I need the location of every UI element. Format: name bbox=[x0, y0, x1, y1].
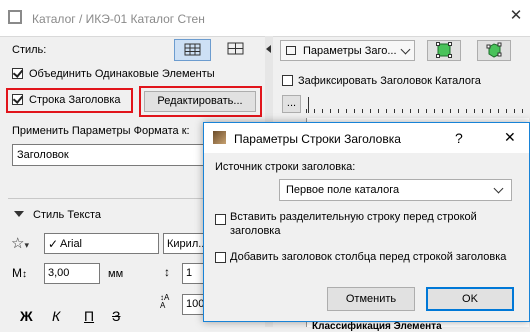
dialog-help-button[interactable]: ? bbox=[455, 130, 463, 146]
header-params-icon bbox=[286, 46, 296, 55]
add-column-header-label: Добавить заголовок столбца перед строкой… bbox=[230, 251, 507, 263]
ok-button[interactable]: OK bbox=[426, 287, 514, 311]
width-factor-icon: ↕A A bbox=[160, 293, 170, 310]
close-window-icon[interactable]: ✕ bbox=[506, 6, 526, 26]
ellipsis-button[interactable]: ... bbox=[282, 95, 301, 113]
select-3d-element-button[interactable] bbox=[477, 40, 511, 61]
collapse-left-arrow-icon[interactable] bbox=[266, 45, 271, 53]
add-column-header-checkbox[interactable] bbox=[215, 252, 226, 266]
encoding-value: Кирил... bbox=[167, 238, 208, 250]
bold-button[interactable]: Ж bbox=[20, 308, 33, 324]
font-select[interactable]: ✓ Arial bbox=[44, 233, 159, 254]
window-title: Каталог / ИКЭ-01 Каталог Стен bbox=[32, 12, 205, 26]
line-spacing-icon: ↕ bbox=[164, 265, 170, 279]
chevron-down-icon bbox=[493, 183, 504, 194]
ruler-icon-glyph bbox=[10, 12, 20, 22]
lock-header-label: Зафиксировать Заголовок Каталога bbox=[298, 75, 481, 87]
text-size-input[interactable]: 3,00 bbox=[44, 263, 100, 284]
source-label: Источник строки заголовка: bbox=[215, 161, 356, 173]
strikethrough-button[interactable]: З bbox=[112, 308, 120, 324]
source-select[interactable]: Первое поле каталога bbox=[279, 179, 512, 201]
text-size-unit: мм bbox=[108, 268, 124, 280]
text-size-icon: M↕ bbox=[12, 266, 27, 280]
apply-format-label: Применить Параметры Формата к: bbox=[12, 125, 190, 137]
table-style-1-button[interactable] bbox=[174, 39, 211, 61]
text-style-section-label: Стиль Текста bbox=[33, 209, 102, 221]
dialog-app-icon bbox=[213, 131, 226, 144]
select-element-button[interactable] bbox=[427, 40, 461, 61]
source-value: Первое поле каталога bbox=[286, 184, 400, 196]
insert-separator-label-2: заголовка bbox=[230, 225, 281, 237]
section-collapse-icon[interactable] bbox=[14, 211, 24, 217]
style-label: Стиль: bbox=[12, 44, 47, 56]
header-params-label: Параметры Заго... bbox=[303, 45, 397, 57]
merge-identical-checkbox[interactable] bbox=[12, 68, 23, 82]
merge-identical-label: Объединить Одинаковые Элементы bbox=[29, 68, 215, 80]
edit-button[interactable]: Редактировать... bbox=[144, 91, 256, 112]
underline-button[interactable]: П bbox=[84, 308, 94, 324]
font-name: Arial bbox=[60, 238, 83, 250]
italic-button[interactable]: К bbox=[52, 308, 60, 324]
header-row-dialog: Параметры Строки Заголовка ? ✕ Источник … bbox=[203, 122, 530, 322]
insert-separator-label-1: Вставить разделительную строку перед стр… bbox=[230, 211, 477, 223]
dialog-close-button[interactable]: ✕ bbox=[504, 129, 516, 146]
dialog-title: Параметры Строки Заголовка bbox=[234, 132, 401, 146]
table-style-2-button[interactable] bbox=[218, 39, 255, 61]
favorites-star-icon[interactable]: ☆▾ bbox=[11, 234, 41, 254]
insert-separator-checkbox[interactable] bbox=[215, 214, 226, 228]
lock-header-checkbox[interactable] bbox=[282, 75, 293, 89]
header-row-label: Строка Заголовка bbox=[29, 94, 121, 106]
ruler bbox=[306, 97, 524, 113]
header-row-checkbox[interactable] bbox=[12, 94, 23, 108]
header-params-dropdown[interactable]: Параметры Заго... bbox=[280, 40, 415, 61]
cancel-button[interactable]: Отменить bbox=[327, 287, 415, 311]
